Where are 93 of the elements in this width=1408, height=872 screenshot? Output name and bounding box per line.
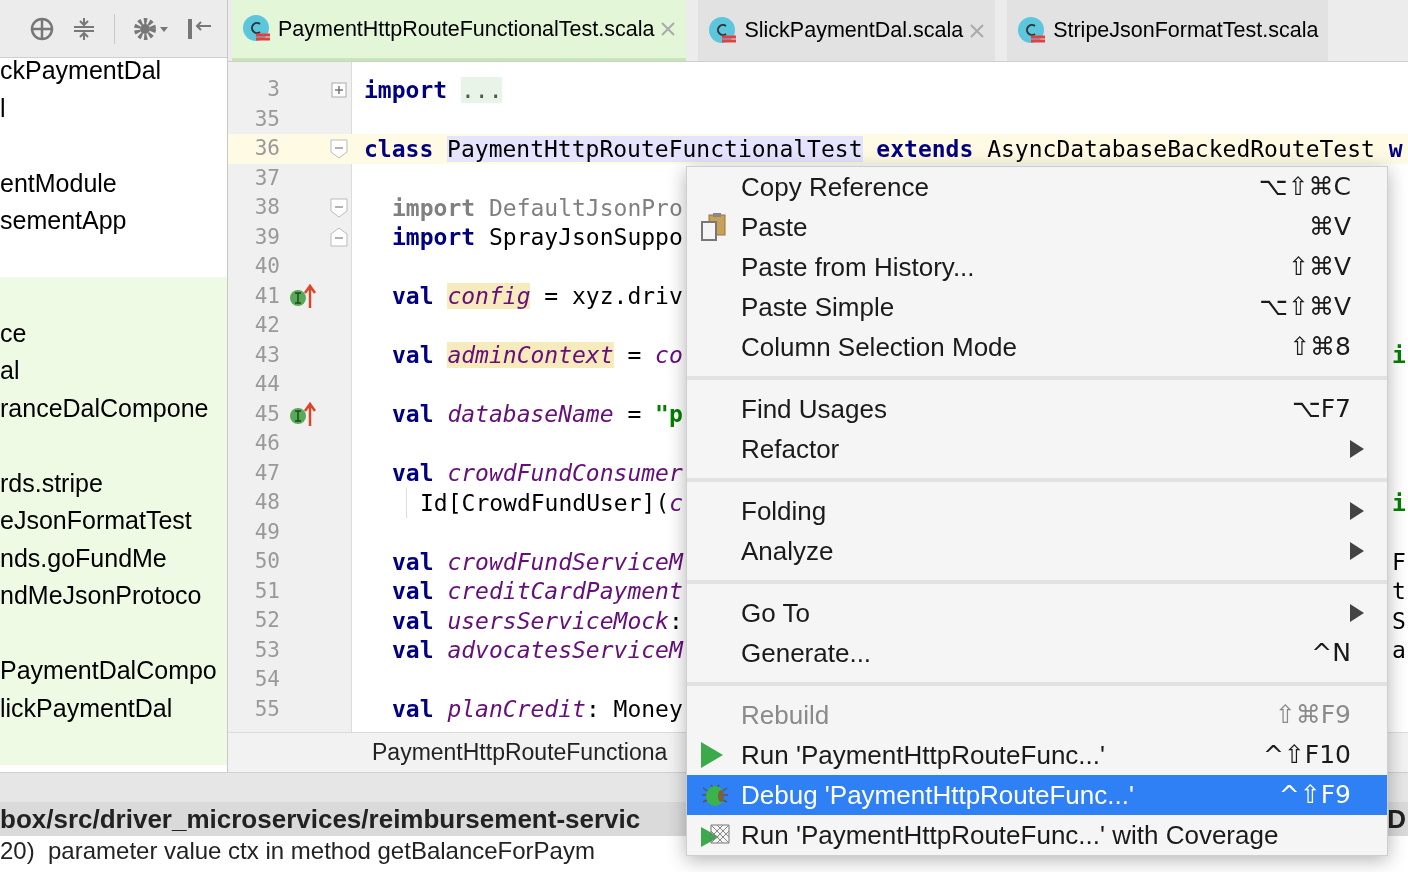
code-line: Id[CrowdFundUser](c (420, 488, 684, 518)
menu-item[interactable]: Go To (687, 593, 1387, 633)
code-line: import DefaultJsonPro (392, 193, 683, 223)
menu-item[interactable]: Column Selection Mode ⇧⌘8 (687, 327, 1387, 367)
submenu-arrow-icon (1349, 439, 1365, 459)
line-number: 42 (253, 312, 280, 339)
hide-panel-icon[interactable] (187, 16, 213, 41)
line-number: 35 (253, 105, 280, 133)
play-icon (699, 741, 725, 769)
code-line: import ... (364, 75, 503, 105)
line-number: 51 (253, 577, 280, 605)
line-number: 55 (253, 695, 280, 723)
scala-class-icon (1017, 15, 1048, 46)
collapse-fold-icon[interactable] (330, 138, 348, 159)
code-line: val adminContext = co (392, 341, 683, 370)
code-line: S (1392, 606, 1406, 636)
collapse-fold-icon[interactable] (330, 197, 348, 218)
collapse-all-icon[interactable] (72, 16, 96, 41)
tree-row[interactable]: nds.goFundMe (0, 539, 227, 577)
editor-tab[interactable]: StripeJsonFormatTest.scala (1007, 0, 1329, 61)
scala-class-icon (708, 15, 739, 46)
tree-row[interactable]: ndMeJsonProtoco (0, 577, 227, 615)
scala-class-icon (242, 14, 272, 44)
tree-row[interactable]: rds.stripe (0, 464, 227, 502)
line-number: 53 (253, 636, 280, 664)
code-line: F (1392, 547, 1406, 577)
line-number: 50 (253, 548, 280, 575)
coverage-icon (699, 823, 731, 847)
submenu-arrow-icon (1349, 501, 1365, 521)
code-line: val crowdFundConsumer (392, 459, 683, 488)
menu-item[interactable]: Analyze (687, 531, 1387, 571)
code-line: i (1392, 488, 1406, 518)
menu-item[interactable]: Generate... ^N (687, 633, 1387, 673)
menu-item[interactable]: Paste ⌘V (687, 207, 1387, 247)
file-path: box/src/driver_microservices/reimbursement-servic (0, 802, 641, 836)
code-line: val planCredit: Money (392, 695, 683, 724)
code-line: import SprayJsonSuppo (392, 223, 683, 252)
line-number: 52 (253, 607, 280, 634)
editor-tab[interactable]: PaymentHttpRouteFunctionalTest.scala (232, 0, 687, 61)
code-line: val advocatesServiceM (392, 636, 683, 665)
expand-fold-icon[interactable] (331, 81, 347, 98)
tree-row[interactable]: ce (0, 314, 227, 352)
line-number: 44 (253, 371, 280, 398)
tree-row[interactable]: PaymentDalCompo (0, 652, 227, 690)
implements-marker-icon[interactable] (289, 283, 317, 310)
code-line: val crowdFundServiceM (392, 547, 683, 577)
line-number: 43 (253, 341, 280, 369)
line-number: 3 (266, 76, 280, 103)
tree-row[interactable]: eJsonFormatTest (0, 502, 227, 540)
code-line: val usersServiceMock: (392, 606, 683, 636)
menu-item[interactable]: Refactor (687, 429, 1387, 469)
menu-item[interactable]: Run 'PaymentHttpRouteFunc...' ^⇧F10 (687, 735, 1387, 775)
menu-item[interactable]: Run 'PaymentHttpRouteFunc...' with Coverage (687, 815, 1387, 855)
menu-item[interactable]: Debug 'PaymentHttpRouteFunc...' ^⇧F9 (687, 775, 1387, 815)
code-line: i (1392, 341, 1406, 370)
tree-row[interactable]: lickPaymentDal (0, 689, 227, 727)
close-icon[interactable] (969, 22, 986, 39)
close-icon[interactable] (660, 21, 677, 37)
line-number: 37 (253, 164, 280, 192)
line-number: 40 (253, 253, 280, 280)
settings-icon[interactable] (133, 16, 169, 41)
code-line: t (1392, 577, 1406, 606)
line-number: 46 (253, 430, 280, 457)
line-number: 38 (253, 194, 280, 221)
line-number: 39 (253, 223, 280, 251)
editor-tab[interactable]: SlickPaymentDal.scala (698, 0, 996, 61)
line-number: 36 (253, 135, 280, 162)
line-number: 45 (253, 400, 280, 428)
tree-row[interactable]: al (0, 352, 227, 390)
file-path: D (1387, 802, 1407, 836)
line-number: 47 (253, 459, 280, 487)
line-number: 54 (253, 666, 280, 693)
implements-marker-icon[interactable] (289, 401, 317, 428)
locate-icon[interactable] (30, 16, 54, 41)
status-message: 20) parameter value ctx in method getBalanceForPaym (0, 836, 595, 866)
code-line: val config = xyz.driv (392, 282, 683, 311)
menu-item[interactable]: Paste Simple ⌥⇧⌘V (687, 287, 1387, 327)
submenu-arrow-icon (1349, 541, 1365, 561)
code-line: val databaseName = "p (392, 400, 683, 429)
menu-item[interactable]: Folding (687, 491, 1387, 531)
line-number: 41 (253, 282, 280, 310)
menu-item[interactable]: Paste from History... ⇧⌘V (687, 247, 1387, 287)
code-line: val creditCardPayment (392, 577, 683, 606)
clipboard-icon (699, 212, 729, 242)
line-number: 48 (253, 489, 280, 516)
menu-item[interactable]: Find Usages ⌥F7 (687, 389, 1387, 429)
code-line: class PaymentHttpRouteFunctionalTest extends AsyncDatabaseBackedRouteTest w (364, 134, 1403, 164)
line-number: 49 (253, 518, 280, 546)
tree-row[interactable]: ranceDalCompone (0, 389, 227, 427)
breadcrumb[interactable]: PaymentHttpRouteFunctiona (372, 735, 668, 770)
code-line: a (1392, 636, 1406, 665)
submenu-arrow-icon (1349, 603, 1365, 623)
menu-item[interactable]: Copy Reference ⌥⇧⌘C (687, 167, 1387, 207)
